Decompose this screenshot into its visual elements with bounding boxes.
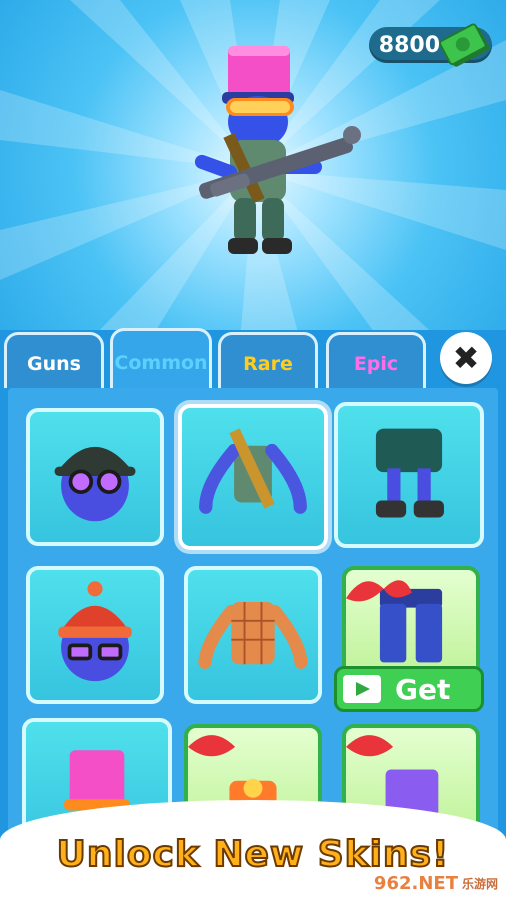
watermark: 962.NET 乐游网 [374,873,498,894]
cash-stack-icon [440,23,490,67]
tab-guns[interactable]: Guns [4,332,104,388]
close-icon: ✖ [452,339,480,377]
character-model [194,46,361,254]
close-button[interactable]: ✖ [440,332,492,384]
video-icon [343,675,381,703]
item-card-ammo-vest-shirt[interactable] [178,404,328,550]
item-card-cargo-shorts-boots[interactable] [334,402,484,548]
item-card-helmet-goggles[interactable] [26,408,164,546]
ammo-vest-shirt-icon [199,428,307,514]
category-tabs: Guns Common Rare Epic ✖ [0,328,506,390]
item-card-plaid-shirt[interactable] [184,566,322,704]
tab-epic[interactable]: Epic [326,332,426,388]
tab-rare[interactable]: Rare [218,332,318,388]
get-button-label: Get [395,672,451,706]
red-beanie-glasses-icon [58,581,132,682]
watermark-sub: 乐游网 [461,877,498,891]
tab-label: Common [114,351,208,374]
currency-counter: 8800 [368,22,492,68]
watermark-main: 962.NET [373,873,458,894]
promo-banner-text: Unlock New Skins! [56,833,450,876]
tab-label: Epic [353,352,399,375]
character-preview-area: 8800 [0,0,506,340]
plaid-shirt-icon [198,602,308,669]
helmet-goggles-icon [54,446,136,522]
cargo-shorts-boots-icon [375,428,444,518]
tab-common[interactable]: Common [110,328,212,390]
item-card-red-beanie-glasses[interactable] [26,566,164,704]
tab-label: Rare [243,352,293,375]
get-video-button[interactable]: Get [334,666,484,712]
tab-label: Guns [27,352,81,375]
